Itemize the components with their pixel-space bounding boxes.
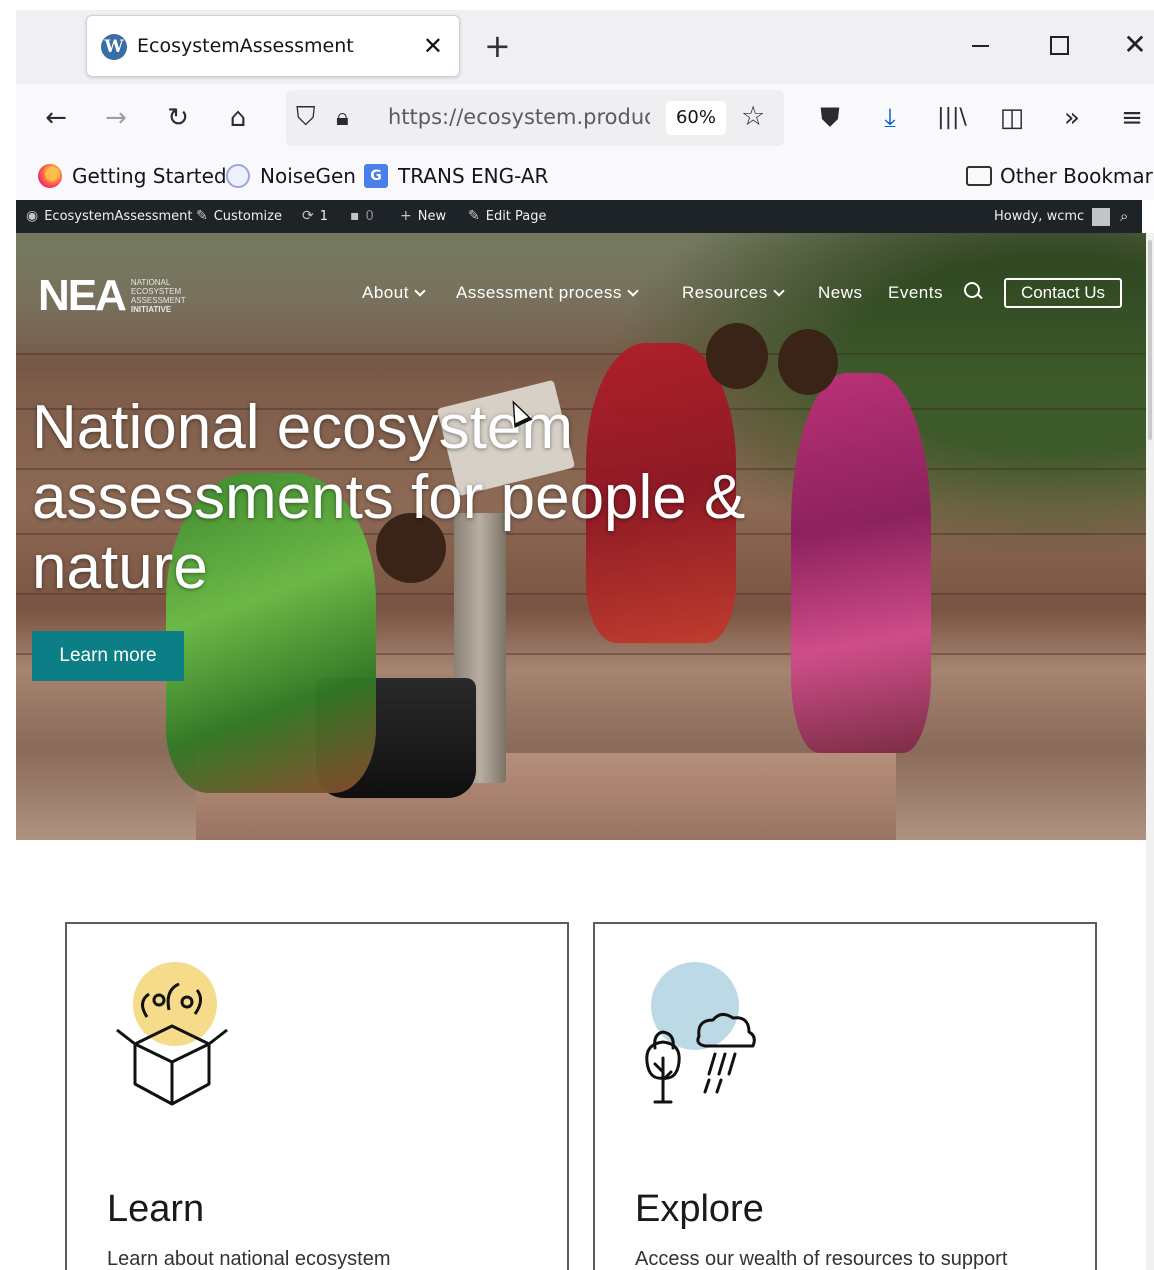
- plus-icon: +: [400, 208, 412, 224]
- admin-bar-search-icon[interactable]: ⌕: [1120, 200, 1128, 233]
- logo-line: ASSESSMENT: [130, 296, 186, 305]
- url-text[interactable]: https://ecosystem.produc: [388, 105, 650, 129]
- logo-subtitle: NATIONAL ECOSYSTEM ASSESSMENT INITIATIVE: [131, 278, 186, 314]
- downloads-icon[interactable]: ⤓: [872, 100, 908, 136]
- admin-bar-site-name[interactable]: ◉ EcosystemAssessment: [26, 200, 193, 233]
- admin-bar-edit-page[interactable]: ✎ Edit Page: [468, 200, 547, 233]
- explore-card-title: Explore: [635, 1188, 764, 1230]
- paintbrush-icon: ✎: [196, 208, 208, 224]
- noisegen-icon: [226, 164, 250, 188]
- bookmark-label: Getting Started: [72, 164, 227, 188]
- more-tools-chevron-icon[interactable]: »: [1054, 100, 1090, 136]
- bookmark-star-icon[interactable]: ☆: [741, 102, 765, 132]
- bookmarks-toolbar: Getting Started NoiseGen G TRANS ENG-AR …: [16, 152, 1154, 200]
- learn-more-button[interactable]: Learn more: [32, 631, 184, 681]
- customize-label: Customize: [213, 209, 282, 224]
- comment-bubble-icon: ▪: [350, 208, 360, 224]
- other-bookmarks-folder[interactable]: Other Bookmarks: [966, 162, 1154, 190]
- other-bookmarks-label: Other Bookmarks: [1000, 164, 1154, 188]
- close-window-button[interactable]: ✕: [1120, 30, 1150, 60]
- pocket-icon[interactable]: ⛊: [812, 100, 848, 136]
- tab-strip: W EcosystemAssessment ✕ + ✕: [16, 10, 1154, 84]
- nav-resources-label: Resources: [682, 283, 768, 302]
- admin-bar-comments[interactable]: ▪ 0: [350, 200, 374, 233]
- nav-about[interactable]: About: [362, 283, 426, 307]
- zoom-level-badge[interactable]: 60%: [666, 101, 726, 135]
- firefox-icon: [38, 164, 62, 188]
- hamburger-menu-icon[interactable]: ≡: [1114, 100, 1150, 136]
- hero-section: NEA NATIONAL ECOSYSTEM ASSESSMENT INITIA…: [16, 233, 1146, 840]
- nav-about-label: About: [362, 283, 409, 302]
- logo-line: ECOSYSTEM: [130, 287, 182, 296]
- new-tab-button[interactable]: +: [484, 28, 511, 64]
- learn-card[interactable]: Learn Learn about national ecosystem: [65, 922, 569, 1270]
- nav-assessment-process[interactable]: Assessment process: [456, 283, 639, 307]
- minimize-window-button[interactable]: [966, 30, 996, 60]
- nav-events[interactable]: Events: [888, 283, 943, 307]
- pencil-icon: ✎: [468, 208, 480, 224]
- bookmark-label: NoiseGen: [260, 164, 356, 188]
- edit-page-label: Edit Page: [485, 209, 547, 224]
- logo-line: NATIONAL: [130, 278, 171, 287]
- learn-card-title: Learn: [107, 1188, 205, 1230]
- bookmark-label: TRANS ENG-AR: [398, 164, 549, 188]
- navigation-toolbar: ← → ↻ ⌂ ⛉ 🔒︎ https://ecosystem.produc 60…: [16, 84, 1154, 152]
- site-logo[interactable]: NEA NATIONAL ECOSYSTEM ASSESSMENT INITIA…: [38, 271, 186, 321]
- browser-tab[interactable]: W EcosystemAssessment ✕: [86, 15, 460, 77]
- updates-icon: ⟳: [302, 208, 314, 224]
- howdy-label: Howdy, wcmc: [994, 209, 1085, 224]
- maximize-window-button[interactable]: [1044, 30, 1074, 60]
- nav-news[interactable]: News: [818, 283, 863, 307]
- bookmark-noisegen[interactable]: NoiseGen: [226, 162, 356, 190]
- sidebar-icon[interactable]: ◫: [994, 100, 1030, 136]
- admin-bar-customize[interactable]: ✎ Customize: [196, 200, 282, 233]
- site-name-label: EcosystemAssessment: [44, 209, 193, 224]
- translate-icon: G: [364, 164, 388, 188]
- chevron-down-icon: [627, 285, 639, 297]
- hero-figure-head: [778, 329, 838, 395]
- wall-brick-line: [16, 353, 1146, 355]
- scrollbar-thumb[interactable]: [1148, 240, 1152, 440]
- admin-bar-updates[interactable]: ⟳ 1: [302, 200, 328, 233]
- lock-icon[interactable]: 🔒︎: [336, 102, 349, 132]
- hero-title: National ecosystem assessments for peopl…: [32, 393, 746, 602]
- admin-bar-account[interactable]: Howdy, wcmc: [994, 200, 1111, 233]
- learn-card-description: Learn about national ecosystem: [107, 1248, 391, 1270]
- tracking-protection-shield-icon[interactable]: ⛉: [296, 102, 316, 132]
- browser-chrome: W EcosystemAssessment ✕ + ✕ ← → ↻ ⌂ ⛉ 🔒︎…: [16, 10, 1154, 200]
- close-tab-icon[interactable]: ✕: [423, 32, 443, 60]
- bookmark-getting-started[interactable]: Getting Started: [38, 162, 227, 190]
- logo-line: INITIATIVE: [130, 305, 172, 314]
- explore-card[interactable]: Explore Access our wealth of resources t…: [593, 922, 1097, 1270]
- bookmark-trans-eng-ar[interactable]: G TRANS ENG-AR: [364, 162, 548, 190]
- explore-card-description: Access our wealth of resources to suppor…: [635, 1248, 1008, 1270]
- contact-us-button[interactable]: Contact Us: [1004, 278, 1122, 308]
- wordpress-icon: W: [101, 34, 127, 60]
- chevron-down-icon: [773, 285, 785, 297]
- logo-mark: NEA: [38, 271, 127, 320]
- forward-arrow-icon[interactable]: →: [98, 100, 134, 136]
- nav-assessment-process-label: Assessment process: [456, 283, 622, 302]
- home-icon[interactable]: ⌂: [220, 100, 256, 136]
- reload-icon[interactable]: ↻: [160, 100, 196, 136]
- library-icon[interactable]: |||\: [934, 100, 970, 136]
- chevron-down-icon: [414, 285, 426, 297]
- new-label: New: [417, 209, 447, 224]
- dashboard-icon: ◉: [26, 208, 39, 224]
- updates-count: 1: [319, 209, 329, 224]
- nav-resources[interactable]: Resources: [682, 283, 785, 307]
- folder-icon: [966, 166, 992, 186]
- avatar: [1092, 207, 1111, 226]
- admin-bar-new[interactable]: + New: [400, 200, 446, 233]
- open-box-icon: [116, 962, 228, 1106]
- wp-admin-bar: ◉ EcosystemAssessment ✎ Customize ⟳ 1 ▪ …: [16, 200, 1142, 233]
- tab-title: EcosystemAssessment: [137, 35, 354, 57]
- search-icon[interactable]: [964, 282, 982, 300]
- address-bar[interactable]: ⛉ 🔒︎ https://ecosystem.produc 60% ☆: [286, 90, 784, 146]
- comments-count: 0: [365, 209, 374, 224]
- hero-figure-head: [706, 323, 768, 389]
- back-arrow-icon[interactable]: ←: [38, 100, 74, 136]
- tree-weather-icon: [645, 962, 756, 1104]
